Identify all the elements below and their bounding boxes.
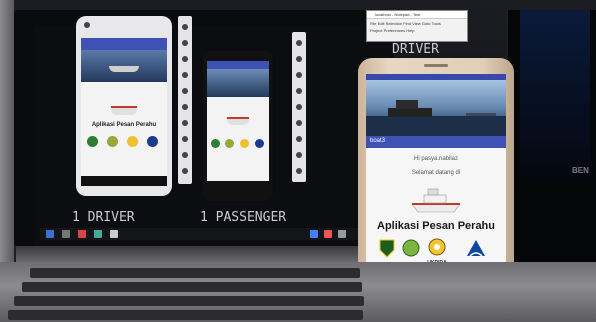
blue-logo [467,240,485,257]
menu-item[interactable]: File [370,21,376,26]
home-icon[interactable] [182,152,188,158]
driver-top-label: DRIVER [392,42,439,57]
laptop-keyboard [0,262,596,322]
monitor-brand: BEN [572,166,589,175]
app-icon[interactable] [94,230,102,238]
overview-icon[interactable] [296,168,302,174]
key-row [30,268,360,278]
menu-item[interactable]: Help [406,28,414,33]
ukrida-logo [428,238,446,256]
tab-bar: boat3 [366,136,506,148]
app-bar [81,38,167,50]
emulator-passenger-screen [207,61,269,189]
key-row [22,282,362,292]
menu-item[interactable]: Tools [432,21,441,26]
hero-image [81,50,167,82]
zoom-icon[interactable] [182,120,188,126]
key-row [8,310,363,320]
back-icon[interactable] [182,136,188,142]
monitor-screen [520,10,590,180]
emulator-driver-screen: Aplikasi Pesan Perahu [81,38,167,186]
boat-logo [111,106,137,115]
menu-item[interactable]: Find [403,21,411,26]
menu-item[interactable]: Goto [422,21,431,26]
app-title: Aplikasi Pesan Perahu [91,122,157,128]
power-icon[interactable] [182,24,188,30]
notepad-menu-2: Project Preferences Help [370,28,415,33]
rotate-icon[interactable] [182,72,188,78]
driver-label: 1 DRIVER [72,210,135,225]
menu-item[interactable]: Preferences [384,28,406,33]
emulator-toolbar [292,32,306,182]
zoom-icon[interactable] [296,120,302,126]
green-emblem-logo [225,139,234,148]
greeting-text: Hi pasya.nabilaz [413,156,459,162]
key-row [14,296,364,306]
tray-icon[interactable] [310,230,318,238]
back-icon[interactable] [296,136,302,142]
rotate-icon[interactable] [296,88,302,94]
boat-logo [227,117,249,125]
provinsi-logo [211,139,220,148]
notepad-window: localhost - Notepad - Test File Edit Sel… [366,10,468,42]
overview-icon[interactable] [182,168,188,174]
ukrida-logo [127,136,138,147]
volume-down-icon[interactable] [296,72,302,78]
blue-logo [147,136,158,147]
app-bar [207,61,269,69]
welcome-text: Selamat datang di [411,170,461,176]
home-icon[interactable] [296,152,302,158]
camera-icon [84,22,90,28]
notepad-menu: File Edit Selection Find View Goto Tools [370,21,441,26]
tab-boat[interactable]: boat3 [370,138,385,144]
provinsi-logo [87,136,98,147]
boat-photo [366,100,506,136]
menu-item[interactable]: Selection [386,21,402,26]
emulator-driver: Aplikasi Pesan Perahu [76,16,172,196]
nav-bar [81,176,167,186]
app-icon[interactable] [62,230,70,238]
camera-icon[interactable] [296,104,302,110]
notepad-title: localhost - Notepad - Test [375,12,421,17]
emulator-passenger [203,51,273,201]
tray-icon[interactable] [338,230,346,238]
taskbar [40,228,380,240]
boat-icon [109,66,139,72]
volume-down-icon[interactable] [182,56,188,62]
tray-icon[interactable] [324,230,332,238]
blue-logo [255,139,264,148]
green-emblem-logo [107,136,118,147]
ukrida-logo [240,139,249,148]
hero-image [207,69,269,97]
app-icon[interactable] [110,230,118,238]
menu-item[interactable]: Project [370,28,382,33]
camera-icon[interactable] [182,104,188,110]
emulator-toolbar [178,16,192,184]
app-icon[interactable] [78,230,86,238]
phone-speaker [424,64,448,67]
passenger-label: 1 PASSENGER [200,210,287,225]
volume-up-icon[interactable] [182,40,188,46]
boat-logo [411,188,461,213]
hero-image [366,80,506,136]
notepad-titlebar[interactable]: localhost - Notepad - Test [367,11,467,19]
menu-item[interactable]: View [412,21,421,26]
app-title: Aplikasi Pesan Perahu [377,220,495,232]
power-icon[interactable] [296,40,302,46]
nav-bar [207,181,269,189]
start-icon[interactable] [46,230,54,238]
photo-scene: BEN Aplikasi Pesan Perahu 1 DRIVER 1 PAS… [0,0,596,322]
provinsi-logo [379,239,395,258]
menu-item[interactable]: Edit [378,21,385,26]
green-emblem-logo [402,239,420,257]
volume-up-icon[interactable] [296,56,302,62]
rotate-icon[interactable] [182,88,188,94]
